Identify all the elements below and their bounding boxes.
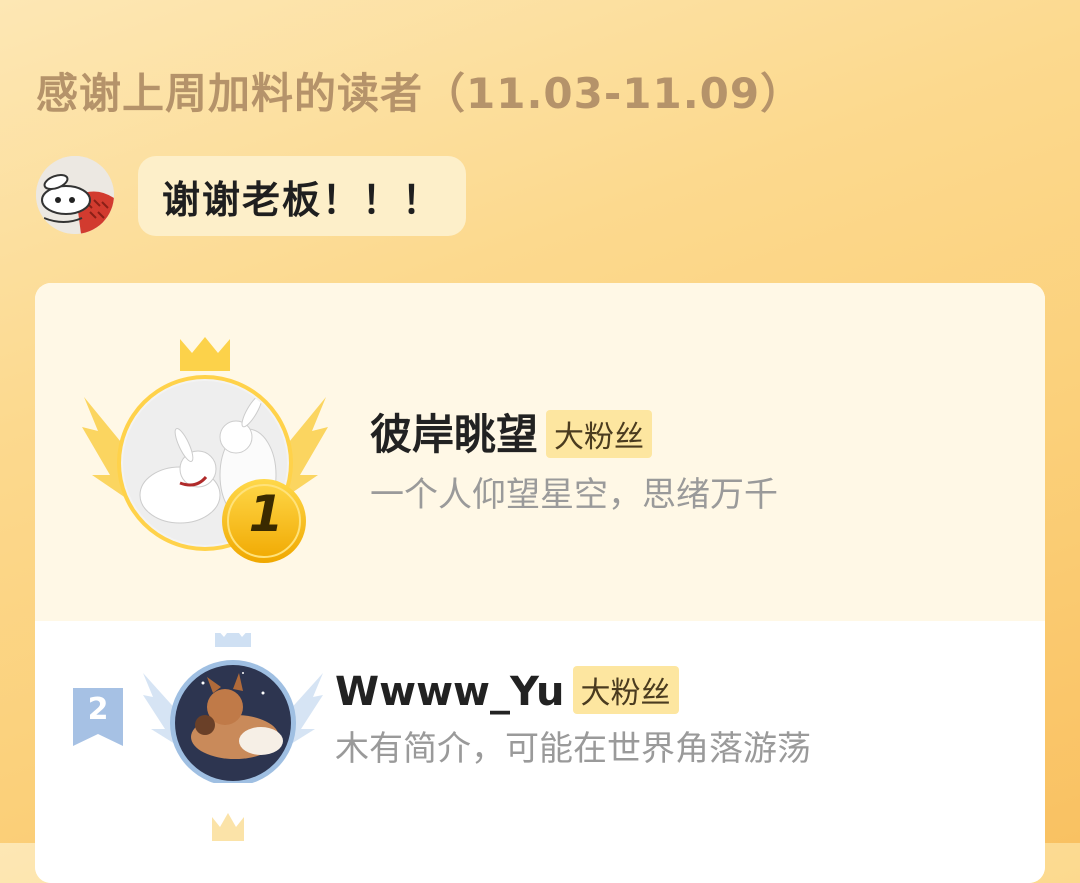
rank-1-fan-badge: 大粉丝 [546, 409, 653, 458]
rank-1-avatar-frame[interactable]: 1 [80, 335, 330, 575]
host-avatar[interactable] [36, 156, 114, 234]
rank-2-name-text: Wwww_Yu [335, 669, 565, 715]
gold-frame-icon [82, 337, 328, 563]
ranking-card: 1 彼岸眺望 大粉丝 一个人仰望星空，思绪万千 2 Wwww_Yu 大粉丝 木有… [35, 283, 1045, 883]
rank-2-flag: 2 [73, 688, 123, 746]
rank-2-username[interactable]: Wwww_Yu 大粉丝 [335, 666, 679, 718]
rank-1-name-text: 彼岸眺望 [370, 410, 539, 459]
thanks-message-bubble: 谢谢老板！！！ [138, 156, 466, 236]
rank-2-avatar-frame[interactable] [143, 625, 323, 786]
rank-2-bio: 木有简介，可能在世界角落游荡 [335, 729, 811, 769]
rank-1-bio: 一个人仰望星空，思绪万千 [370, 475, 778, 515]
page-title: 感谢上周加料的读者（11.03-11.09） [36, 69, 804, 118]
cartoon-bunny-avatar-icon [36, 156, 114, 234]
rank-2-number: 2 [87, 692, 109, 727]
silver-frame-icon [143, 625, 323, 786]
rank-1-username[interactable]: 彼岸眺望 大粉丝 [370, 401, 653, 462]
rank-2-fan-badge: 大粉丝 [572, 666, 679, 714]
rank-1-medal-number: 1 [248, 485, 284, 543]
thanks-message-text: 谢谢老板！！！ [162, 177, 443, 222]
rank-3-crown-icon [210, 811, 246, 841]
